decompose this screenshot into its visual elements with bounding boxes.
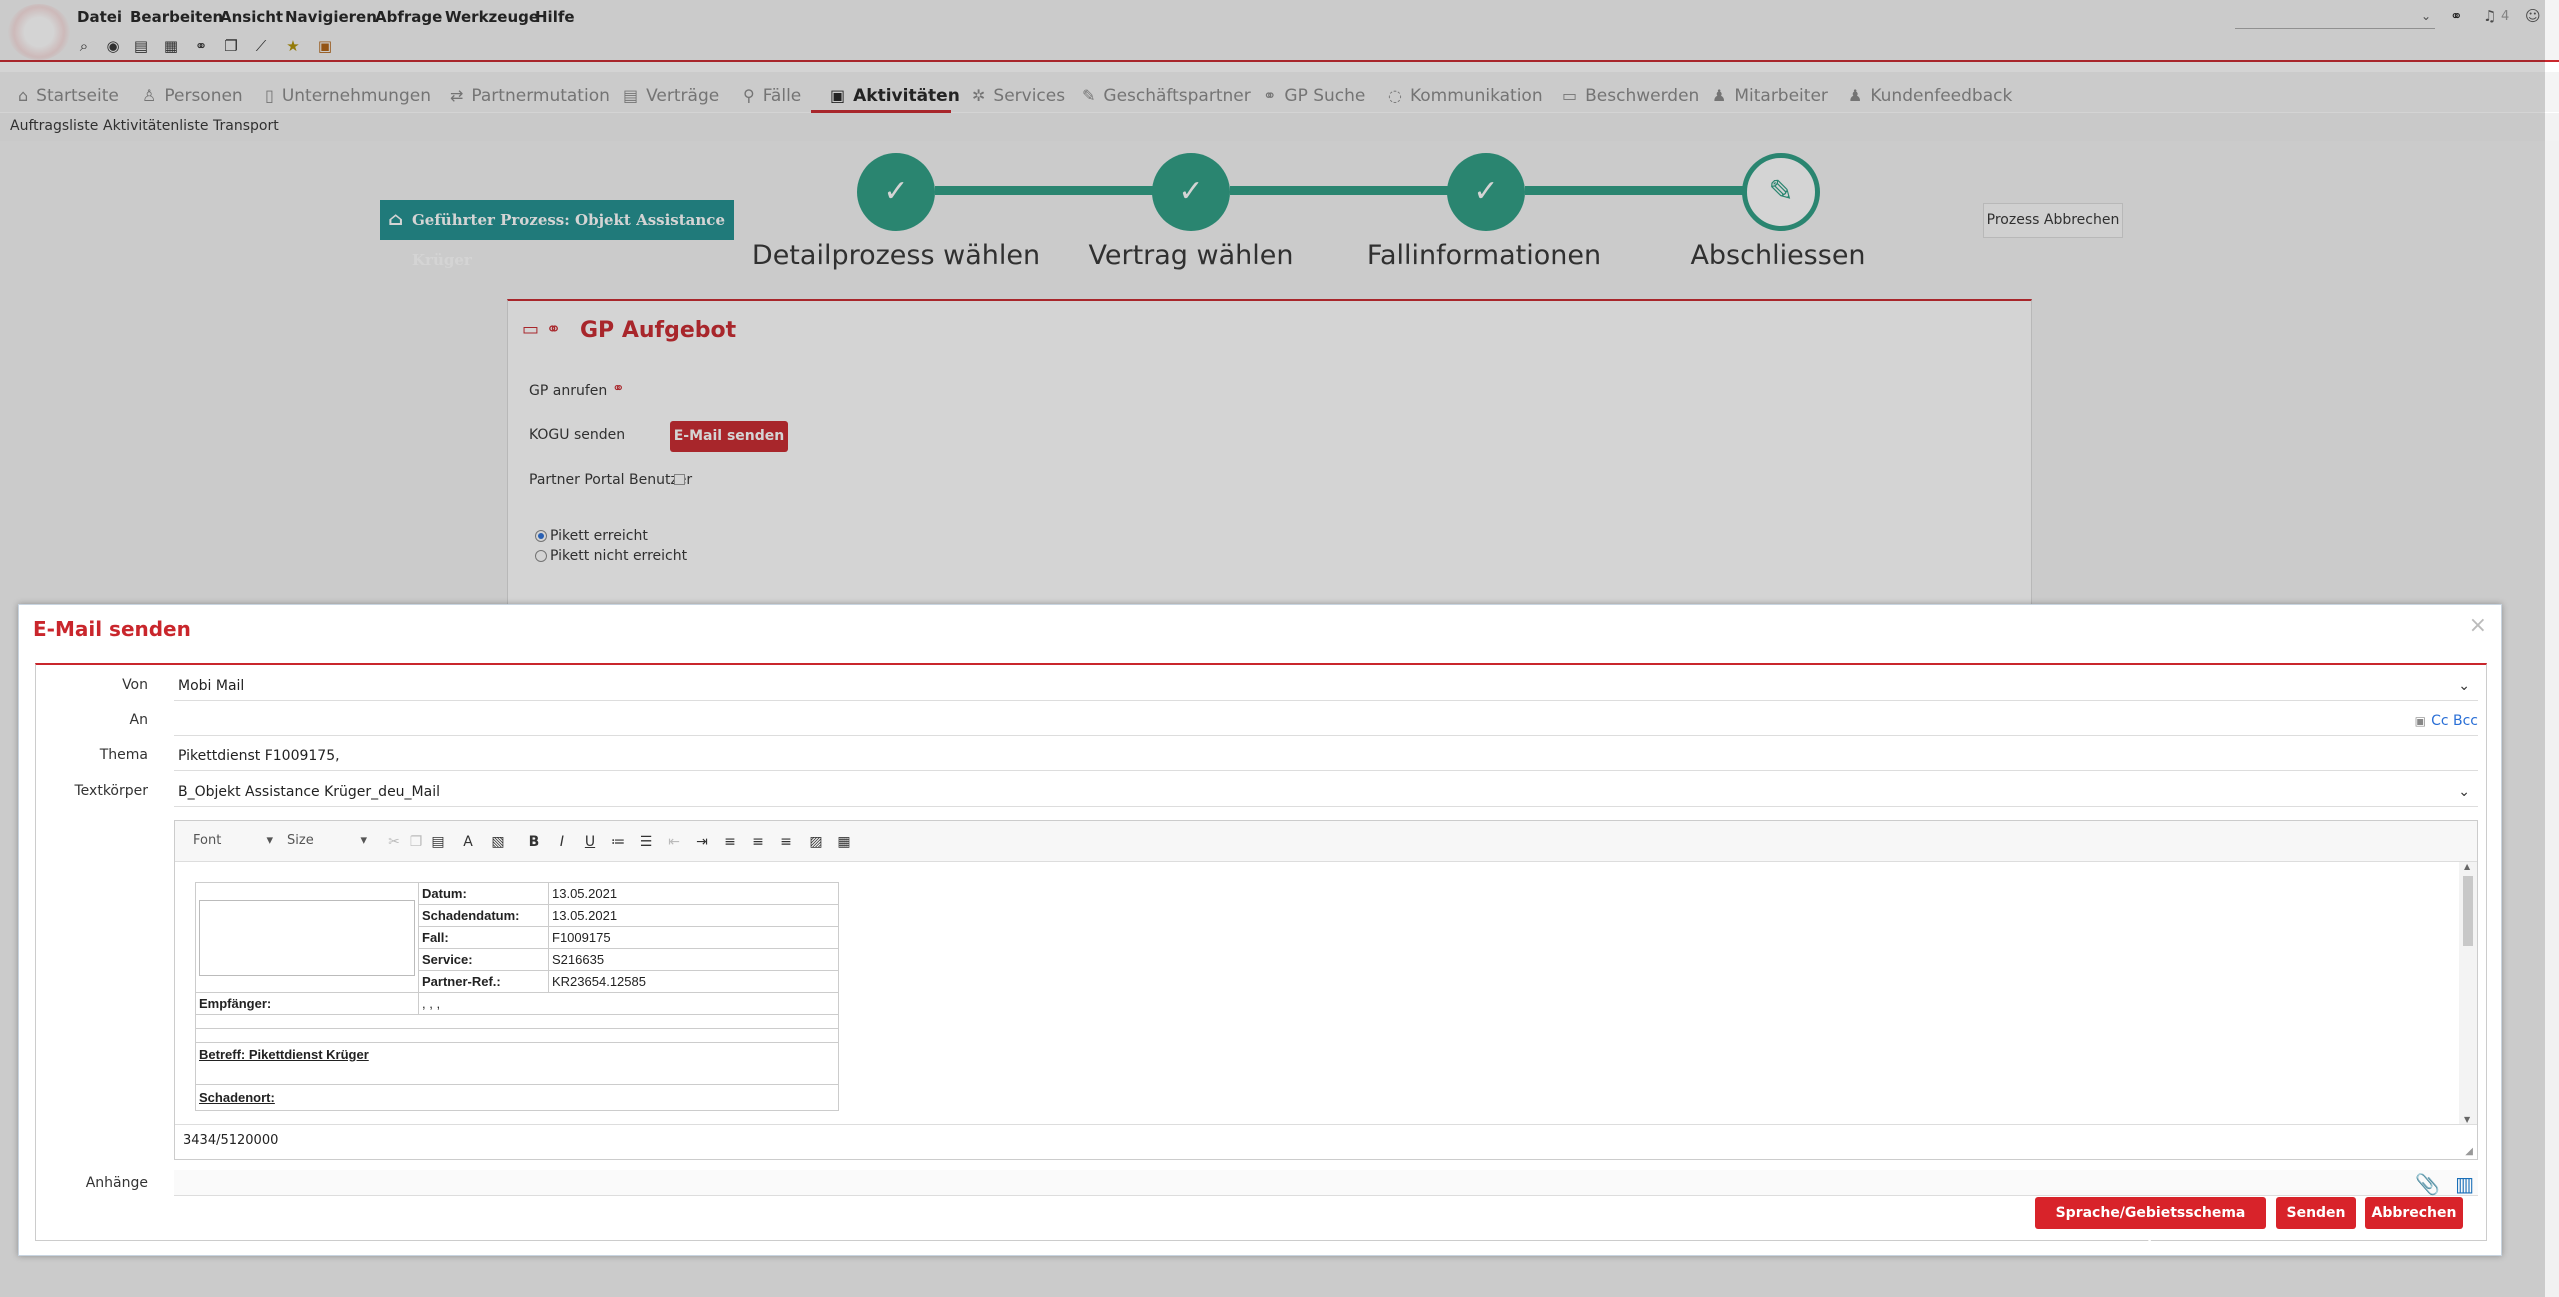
character-count: 3434/5120000 <box>175 1124 2477 1160</box>
scroll-thumb[interactable] <box>2463 876 2473 946</box>
address-book-icon[interactable]: ▣ <box>2415 706 2426 736</box>
scroll-up-icon[interactable]: ▲ <box>2464 862 2470 871</box>
editor-scrollbar[interactable]: ▲ ▼ <box>2459 862 2477 1124</box>
von-label: Von <box>122 677 148 693</box>
thema-input[interactable]: Pikettdienst F1009175, <box>174 741 2478 771</box>
chevron-down-icon: ⌄ <box>2458 678 2470 694</box>
cut-icon[interactable]: ✂ <box>383 831 405 853</box>
von-value: Mobi Mail <box>178 678 245 694</box>
fall-value: F1009175 <box>548 926 839 949</box>
schadendatum-label: Schadendatum: <box>418 904 549 927</box>
document-library-icon[interactable]: ▥ <box>2455 1172 2474 1196</box>
schadenort-label: Schadenort: <box>195 1084 839 1111</box>
an-label: An <box>129 712 148 728</box>
partner-ref-value: KR23654.12585 <box>548 970 839 993</box>
textkoerper-label: Textkörper <box>74 783 149 799</box>
resize-handle-icon[interactable]: ◢ <box>2465 1146 2473 1157</box>
numbered-list-icon[interactable]: ≔ <box>607 831 629 853</box>
textkoerper-select[interactable]: B_Objekt Assistance Krüger_deu_Mail ⌄ <box>174 777 2478 807</box>
anhaenge-label: Anhänge <box>85 1175 148 1191</box>
size-select[interactable]: Size ▾ <box>287 831 367 851</box>
betreff-text: Betreff: Pikettdienst Krüger <box>195 1042 839 1085</box>
empfaenger-label: Empfänger: <box>195 992 419 1015</box>
editor-toolbar: Font ▾ Size ▾ ✂ ❐ ▤ A ▧ B I U ≔ ☰ ⇤ ⇥ ≡ ≡ … <box>175 821 2477 862</box>
page-scrollbar[interactable] <box>2545 141 2559 1297</box>
an-field[interactable]: Cc Bcc ▣ <box>174 706 2478 736</box>
cc-bcc-link[interactable]: Cc Bcc <box>2431 706 2478 736</box>
indent-icon[interactable]: ⇥ <box>691 831 713 853</box>
empfaenger-value: , , , <box>418 992 839 1015</box>
fall-label: Fall: <box>418 926 549 949</box>
image-icon[interactable]: ▨ <box>805 831 827 853</box>
email-dialog: E-Mail senden × Von Mobi Mail ⌄ An Cc Bcc… <box>18 604 2502 1256</box>
size-select-label: Size <box>287 833 314 848</box>
bullet-list-icon[interactable]: ☰ <box>635 831 657 853</box>
align-right-icon[interactable]: ≡ <box>775 831 797 853</box>
spacer-row <box>195 1028 839 1043</box>
underline-icon[interactable]: U <box>579 831 601 853</box>
textkoerper-value: B_Objekt Assistance Krüger_deu_Mail <box>178 784 440 800</box>
copy-icon[interactable]: ❐ <box>405 831 427 853</box>
chevron-down-icon: ⌄ <box>2458 784 2470 800</box>
dialog-title: E-Mail senden <box>33 617 191 641</box>
thema-label: Thema <box>99 747 148 763</box>
caret-down-icon: ▾ <box>266 833 273 848</box>
schadendatum-value: 13.05.2021 <box>548 904 839 927</box>
caret-down-icon: ▾ <box>360 833 367 848</box>
mail-header-table: Datum: 13.05.2021 Schadendatum: 13.05.20… <box>195 882 839 1111</box>
editor-content[interactable]: Datum: 13.05.2021 Schadendatum: 13.05.20… <box>175 862 2461 1124</box>
bold-icon[interactable]: B <box>523 831 545 853</box>
dialog-body: Von Mobi Mail ⌄ An Cc Bcc ▣ Thema Pikettdi… <box>35 663 2487 1241</box>
logo-image-placeholder <box>195 882 419 993</box>
text-color-icon[interactable]: A <box>457 831 479 853</box>
abbrechen-button[interactable]: Abbrechen <box>2365 1197 2463 1229</box>
paperclip-icon[interactable]: 📎 <box>2415 1172 2440 1196</box>
datum-value: 13.05.2021 <box>548 882 839 905</box>
partner-ref-label: Partner-Ref.: <box>418 970 549 993</box>
outdent-icon[interactable]: ⇤ <box>663 831 685 853</box>
broken-image-icon <box>199 899 415 976</box>
datum-label: Datum: <box>418 882 549 905</box>
service-value: S216635 <box>548 948 839 971</box>
senden-button[interactable]: Senden <box>2276 1197 2356 1229</box>
italic-icon[interactable]: I <box>551 831 573 853</box>
font-select[interactable]: Font ▾ <box>193 831 273 851</box>
attachments-field[interactable]: 📎 ▥ <box>174 1170 2478 1196</box>
font-select-label: Font <box>193 833 222 848</box>
close-icon[interactable]: × <box>2469 613 2487 638</box>
service-label: Service: <box>418 948 549 971</box>
align-center-icon[interactable]: ≡ <box>747 831 769 853</box>
align-left-icon[interactable]: ≡ <box>719 831 741 853</box>
rich-text-editor[interactable]: Font ▾ Size ▾ ✂ ❐ ▤ A ▧ B I U ≔ ☰ ⇤ ⇥ ≡ ≡ … <box>174 820 2478 1160</box>
scroll-down-icon[interactable]: ▼ <box>2464 1115 2470 1124</box>
background-color-icon[interactable]: ▧ <box>487 831 509 853</box>
table-icon[interactable]: ▦ <box>833 831 855 853</box>
von-select[interactable]: Mobi Mail ⌄ <box>174 671 2478 701</box>
paste-icon[interactable]: ▤ <box>427 831 449 853</box>
sprache-aendern-button[interactable]: Sprache/Gebietsschema ändern <box>2035 1197 2266 1253</box>
spacer-row <box>195 1014 839 1029</box>
